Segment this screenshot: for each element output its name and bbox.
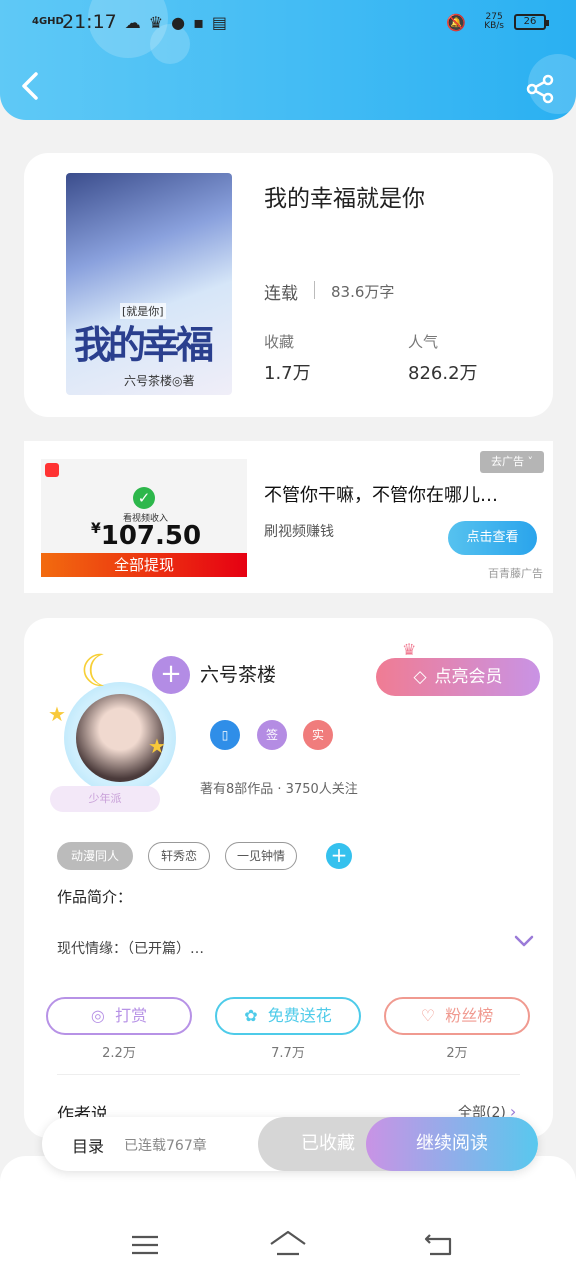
- ad-banner[interactable]: ✓ 看视频收入 ¥107.50 全部提现 去广告 ˅ 不管你干嘛，不管你在哪儿……: [24, 441, 553, 593]
- reading-action-bar: 目录 已连载767章 已收藏 继续阅读: [42, 1117, 538, 1171]
- avatar[interactable]: ☾ ★ ★ + 少年派: [48, 634, 190, 824]
- back-button[interactable]: [18, 70, 48, 110]
- intro-label: 作品简介：: [57, 888, 133, 906]
- fan-rank-button[interactable]: ♡ 粉丝榜: [384, 997, 530, 1035]
- star-icon: ★: [48, 702, 66, 726]
- flower-count: 7.7万: [271, 1046, 305, 1061]
- moon-icon: ☾: [80, 646, 120, 697]
- toc-button[interactable]: 目录: [72, 1133, 104, 1157]
- chapter-count: 已连载767章: [124, 1138, 207, 1154]
- back-nav-button[interactable]: [414, 1220, 464, 1270]
- menu-icon: [132, 1235, 158, 1255]
- works-info: 著有8部作品 · 3750人关注: [200, 782, 358, 797]
- home-icon: [270, 1230, 306, 1256]
- cloud-icon: ☁: [124, 12, 141, 32]
- sign-badge[interactable]: 签: [257, 720, 287, 750]
- back-icon: [424, 1234, 452, 1256]
- rank-badge: 少年派: [50, 786, 160, 812]
- share-button[interactable]: [526, 74, 556, 104]
- cover-title-art: 我的幸福: [74, 322, 214, 367]
- fan-count: 2万: [446, 1046, 468, 1061]
- vip-button[interactable]: ◇ 点亮会员: [376, 658, 540, 696]
- crown-icon: ♛: [402, 640, 417, 659]
- system-nav-bar: [0, 1220, 576, 1280]
- diamond-icon: ◇: [413, 667, 427, 687]
- chevron-down-icon: [514, 935, 534, 947]
- coin-icon: ◎: [90, 1006, 105, 1025]
- mute-icon: 🔕: [446, 12, 467, 32]
- tip-button[interactable]: ◎ 打赏: [46, 997, 192, 1035]
- add-tag-button[interactable]: +: [326, 843, 352, 869]
- battery-indicator: 26: [514, 14, 549, 30]
- tag-chip[interactable]: 一见钟情: [225, 842, 297, 870]
- ad-subtitle: 刷视频赚钱: [264, 524, 334, 540]
- flower-icon: ✿: [244, 1006, 258, 1025]
- header: 4GHD 21:17 ☁ ♛ ● ▪ ▤ 🔕 275 KB/s 26: [0, 0, 576, 120]
- ad-image: ✓ 看视频收入 ¥107.50 全部提现: [41, 459, 247, 577]
- crown-icon: ♛: [148, 12, 164, 32]
- author-card: ☾ ★ ★ + 少年派 六号茶楼 ♛ ◇ 点亮会员 ▯ 签 实 著有8部作品 · …: [24, 618, 553, 1138]
- status-time: 21:17: [62, 11, 117, 33]
- tag-chip[interactable]: 动漫同人: [57, 842, 133, 870]
- book-icon: ▤: [211, 12, 228, 32]
- ad-cta-button[interactable]: 点击查看: [448, 521, 537, 555]
- user-heart-icon: ♡: [420, 1006, 436, 1025]
- share-icon: [526, 74, 554, 104]
- vip-button-label: 点亮会员: [434, 667, 503, 687]
- status-bar: 4GHD 21:17 ☁ ♛ ● ▪ ▤ 🔕 275 KB/s 26: [32, 8, 549, 36]
- favorites-label: 收藏: [264, 333, 295, 351]
- book-cover[interactable]: [就是你] 我的幸福 六号茶楼◎著: [66, 173, 232, 395]
- intro-text: 现代情缘：（已开篇）…: [57, 941, 204, 957]
- network-speed: 275 KB/s: [484, 12, 504, 31]
- popularity-label: 人气: [408, 333, 439, 351]
- phone-badge-icon[interactable]: ▯: [210, 720, 240, 750]
- divider: [314, 281, 315, 299]
- app-logo-icon: [45, 463, 59, 477]
- popularity-value: 826.2万: [408, 363, 478, 384]
- check-icon: ✓: [133, 487, 155, 509]
- compass-icon: ●: [171, 12, 186, 32]
- menu-nav-button[interactable]: [120, 1220, 170, 1270]
- send-flower-button[interactable]: ✿ 免费送花: [215, 997, 361, 1035]
- author-name[interactable]: 六号茶楼: [200, 660, 276, 687]
- book-title: 我的幸福就是你: [264, 186, 425, 212]
- ad-headline: 不管你干嘛，不管你在哪儿…: [264, 485, 498, 506]
- cover-author-art: 六号茶楼◎著: [124, 374, 195, 388]
- continue-reading-button[interactable]: 继续阅读: [366, 1117, 538, 1171]
- fan-rank-button-label: 粉丝榜: [445, 1006, 494, 1025]
- send-flower-button-label: 免费送花: [267, 1006, 332, 1025]
- ad-image-amount: ¥107.50: [91, 521, 202, 551]
- word-count: 83.6万字: [331, 283, 395, 301]
- home-nav-button[interactable]: [263, 1220, 313, 1270]
- tag-chip[interactable]: 轩秀恋: [148, 842, 210, 870]
- remove-ad-button[interactable]: 去广告 ˅: [480, 451, 544, 473]
- verified-badge[interactable]: 实: [303, 720, 333, 750]
- book-status: 连载: [264, 284, 298, 304]
- expand-intro-button[interactable]: [514, 932, 534, 953]
- bag-icon: ▪: [193, 12, 204, 32]
- follow-plus-button[interactable]: +: [152, 656, 190, 694]
- ad-source: 百青藤广告: [488, 567, 543, 580]
- chevron-left-icon: [22, 72, 38, 100]
- ad-image-button: 全部提现: [41, 553, 247, 577]
- tip-count: 2.2万: [102, 1046, 136, 1061]
- divider: [57, 1074, 520, 1075]
- tip-button-label: 打赏: [115, 1006, 148, 1025]
- favorites-value: 1.7万: [264, 363, 311, 384]
- star-icon: ★: [148, 734, 166, 758]
- network-indicator: 4GHD: [32, 16, 64, 27]
- book-info-card: [就是你] 我的幸福 六号茶楼◎著 我的幸福就是你 连载 83.6万字 收藏 1…: [24, 153, 553, 417]
